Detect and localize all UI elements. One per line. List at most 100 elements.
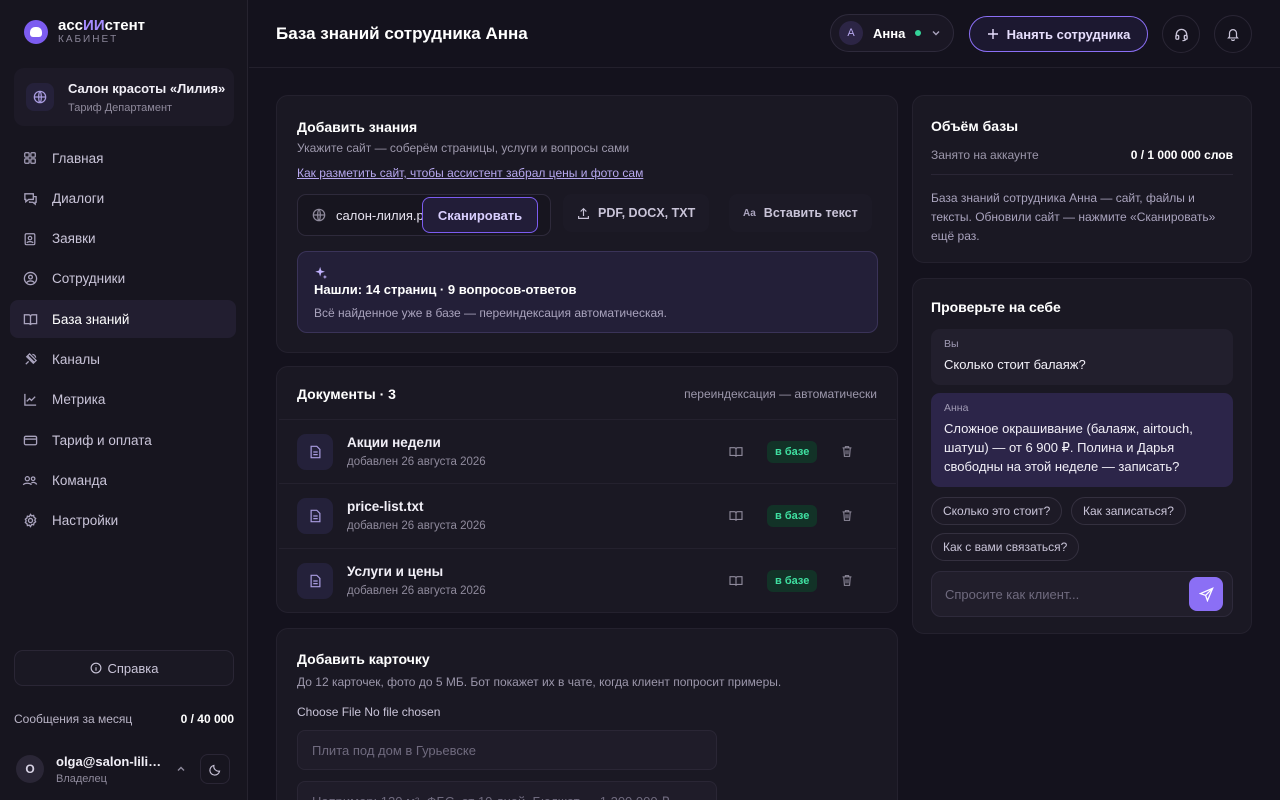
status-badge: в базе: [767, 440, 818, 463]
site-scan-field: салон-лилия.рф Сканировать: [297, 194, 551, 236]
file-chooser[interactable]: Choose File No file chosen: [297, 705, 440, 719]
sidebar-item-label: Каналы: [52, 351, 100, 367]
team-icon: [22, 472, 38, 488]
sidebar-item-employees[interactable]: Сотрудники: [10, 260, 236, 298]
documents-title: Документы · 3: [297, 386, 396, 402]
scan-result-banner: Нашли: 14 страниц · 9 вопросов-ответов В…: [297, 251, 878, 333]
sidebar-item-label: Заявки: [52, 231, 96, 247]
brand-name: ассИИстент: [58, 18, 145, 34]
suggestion-chip[interactable]: Как записаться?: [1071, 497, 1186, 525]
brand-name-part3: стент: [104, 17, 146, 34]
upload-files-label: PDF, DOCX, TXT: [598, 206, 696, 220]
brand[interactable]: ассИИстент КАБИНЕТ: [24, 18, 145, 46]
volume-title: Объём базы: [931, 118, 1019, 134]
user-role: Владелец: [56, 772, 107, 785]
sidebar-item-channels[interactable]: Каналы: [10, 340, 236, 378]
paste-text-label: Вставить текст: [763, 206, 858, 220]
bot-message: Анна Сложное окрашивание (балаяж, airtou…: [931, 393, 1233, 487]
open-book-icon[interactable]: [729, 575, 759, 587]
globe-icon: [26, 83, 54, 111]
messages-label: Сообщения за месяц: [14, 712, 133, 726]
sidebar-item-home[interactable]: Главная: [10, 139, 236, 177]
card-description-input[interactable]: [297, 781, 717, 800]
paste-text-button[interactable]: Aa Вставить текст: [729, 194, 872, 232]
hire-label: Нанять сотрудника: [1006, 26, 1131, 42]
top-header: База знаний сотрудника Анна А Анна Нанят…: [249, 0, 1280, 68]
home-grid-icon: [22, 150, 38, 166]
suggestion-chip[interactable]: Как с вами связаться?: [931, 533, 1080, 561]
avatar: O: [16, 755, 44, 783]
agent-selector[interactable]: А Анна: [830, 14, 954, 52]
add-knowledge-card: Добавить знания Укажите сайт — соберём с…: [276, 95, 898, 353]
satellite-icon: [22, 351, 38, 367]
chevron-up-icon[interactable]: [176, 764, 186, 774]
document-name: Акции недели: [347, 435, 441, 450]
sidebar-item-label: Тариф и оплата: [52, 432, 152, 448]
sidebar-item-team[interactable]: Команда: [10, 461, 236, 499]
sidebar-item-requests[interactable]: Заявки: [10, 220, 236, 258]
test-chat-title: Проверьте на себе: [931, 299, 1061, 315]
sidebar-item-settings[interactable]: Настройки: [10, 502, 236, 540]
markup-help-link[interactable]: Как разметить сайт, чтобы ассистент забр…: [297, 166, 643, 180]
site-url-input[interactable]: салон-лилия.рф: [336, 208, 422, 223]
brand-subtitle: КАБИНЕТ: [58, 34, 119, 45]
user-menu[interactable]: O olga@salon-liliya.ru Владелец: [16, 752, 234, 786]
divider: [931, 174, 1233, 175]
send-button[interactable]: [1189, 577, 1223, 611]
trash-icon[interactable]: [841, 574, 853, 587]
book-icon: [22, 311, 38, 327]
sidebar-item-label: Настройки: [52, 513, 119, 529]
sparkle-icon: [314, 266, 861, 280]
suggestion-chip[interactable]: Сколько это стоит?: [931, 497, 1063, 525]
org-switcher[interactable]: Салон красоты «Лилия» Тариф Департамент: [14, 68, 234, 126]
user-circle-icon: [22, 271, 38, 287]
messages-value: 0 / 40 000: [180, 712, 234, 726]
open-book-icon[interactable]: [729, 510, 759, 522]
chat-input[interactable]: [945, 586, 1189, 602]
add-card-subtitle: До 12 карточек, фото до 5 МБ. Бот покаже…: [297, 675, 782, 689]
sidebar-item-metrics[interactable]: Метрика: [10, 381, 236, 419]
message-author: Анна: [944, 402, 969, 414]
document-date: добавлен 26 августа 2026: [347, 456, 486, 468]
message-text: Сколько стоит балаяж?: [944, 357, 1086, 372]
documents-card: Документы · 3 переиндексация — автоматич…: [276, 366, 898, 613]
sidebar-item-label: Метрика: [52, 392, 106, 408]
card-title-input[interactable]: [297, 730, 717, 770]
test-chat-card: Проверьте на себе Вы Сколько стоит балая…: [912, 278, 1252, 634]
open-book-icon[interactable]: [729, 446, 759, 458]
upload-files-button[interactable]: PDF, DOCX, TXT: [563, 194, 710, 232]
online-status-dot: [915, 30, 922, 36]
document-date: добавлен 26 августа 2026: [347, 520, 486, 532]
list-item[interactable]: price-list.txt добавлен 26 августа 2026 …: [279, 483, 896, 547]
add-card-card: Добавить карточку До 12 карточек, фото д…: [276, 628, 898, 800]
user-email: olga@salon-liliya.ru: [56, 753, 168, 769]
sidebar-nav: Главная Диалоги Заявки Сотрудники База з…: [10, 139, 236, 542]
list-item[interactable]: Акции недели добавлен 26 августа 2026 в …: [279, 419, 896, 483]
sidebar-item-billing[interactable]: Тариф и оплата: [10, 421, 236, 459]
card-icon: [22, 432, 38, 448]
clipboard-icon: [22, 231, 38, 247]
message-author: Вы: [944, 338, 959, 350]
hire-employee-button[interactable]: Нанять сотрудника: [969, 16, 1148, 52]
upload-icon: [577, 207, 590, 220]
scan-button[interactable]: Сканировать: [422, 197, 538, 233]
sidebar-item-label: Сотрудники: [52, 271, 126, 287]
sidebar-item-dialogs[interactable]: Диалоги: [10, 179, 236, 217]
support-button[interactable]: [1162, 15, 1200, 53]
trend-icon: [22, 392, 38, 408]
trash-icon[interactable]: [841, 445, 853, 458]
chevron-down-icon: [931, 28, 941, 38]
sidebar-item-label: База знаний: [52, 311, 130, 327]
notifications-button[interactable]: [1214, 15, 1252, 53]
help-label: Справка: [107, 660, 159, 676]
list-item[interactable]: Услуги и цены добавлен 26 августа 2026 в…: [279, 548, 896, 612]
document-icon: [297, 497, 333, 534]
sidebar-item-knowledge-base[interactable]: База знаний: [10, 300, 236, 339]
theme-toggle-button[interactable]: [200, 754, 230, 784]
trash-icon[interactable]: [841, 509, 853, 522]
help-button[interactable]: Справка: [14, 650, 234, 686]
send-icon: [1198, 586, 1214, 602]
brand-name-part1: асс: [58, 17, 84, 34]
org-plan: Тариф Департамент: [68, 101, 173, 114]
status-badge: в базе: [767, 569, 818, 592]
